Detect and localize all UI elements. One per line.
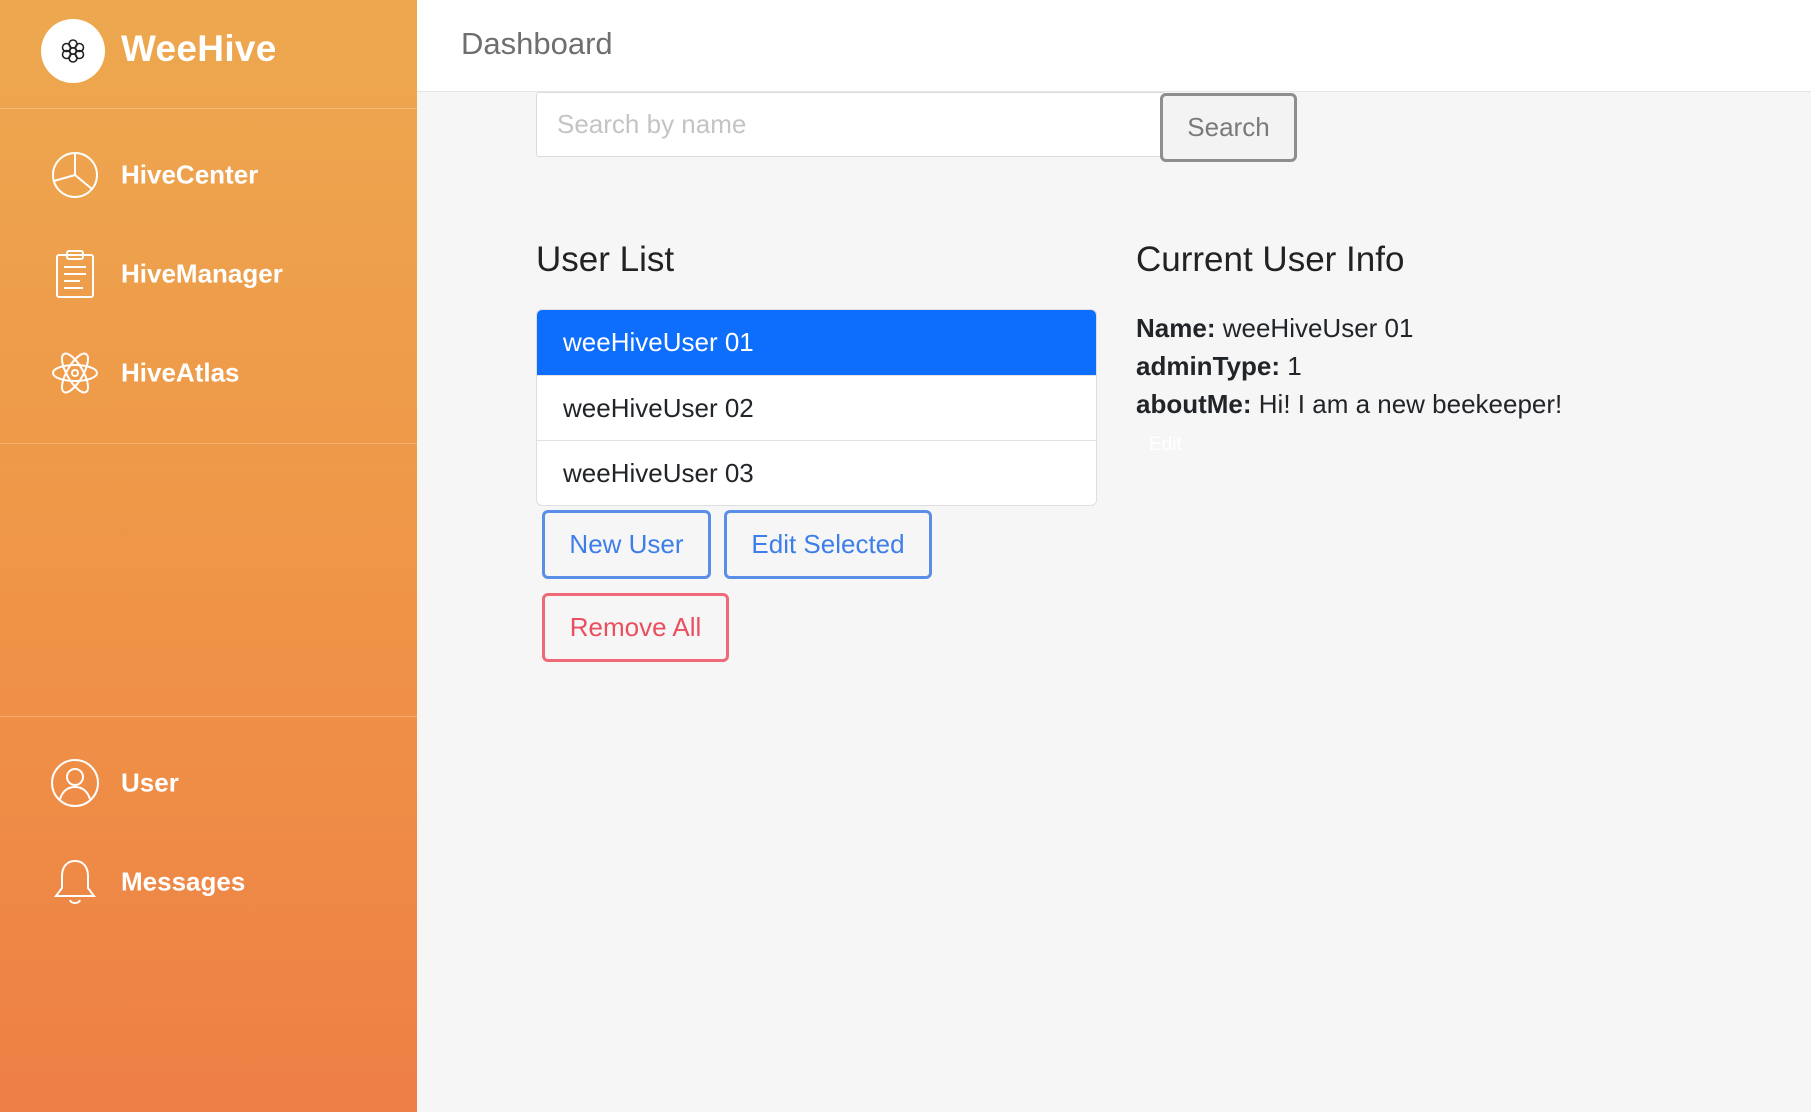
sidebar-item-messages[interactable]: Messages [0,842,417,922]
sidebar-item-label: HiveCenter [121,159,259,190]
list-item[interactable]: weeHiveUser 01 [537,310,1096,375]
list-item[interactable]: weeHiveUser 03 [537,440,1096,505]
top-bar: Dashboard [417,0,1811,92]
current-user-heading: Current User Info [1136,240,1405,279]
new-user-button[interactable]: New User [542,510,711,579]
flower-icon[interactable] [41,19,105,83]
list-item[interactable]: weeHiveUser 02 [537,375,1096,440]
page-title: Dashboard [461,26,613,61]
pie-chart-icon [52,152,98,198]
brand-name[interactable]: WeeHive [121,28,277,70]
sidebar-item-label: HiveAtlas [121,357,240,388]
sidebar-item-hiveatlas[interactable]: HiveAtlas [0,333,417,413]
sidebar-item-label: User [121,767,179,798]
sidebar-item-user[interactable]: User [0,743,417,823]
admin-type-row: adminType: 1 [1136,351,1302,382]
sidebar-item-hivecenter[interactable]: HiveCenter [0,135,417,215]
admin-type-value: 1 [1287,351,1302,381]
atom-icon [52,352,98,394]
edit-user-button[interactable]: Edit [1149,434,1182,456]
user-list: weeHiveUser 01 weeHiveUser 02 weeHiveUse… [536,309,1097,506]
search-input[interactable] [536,92,1164,157]
about-me-value: Hi! I am a new beekeeper! [1258,389,1563,419]
about-me-label: aboutMe: [1136,389,1252,419]
clipboard-icon [56,250,94,298]
search-button[interactable]: Search [1160,93,1297,162]
bell-icon [54,859,96,904]
sidebar-item-hivemanager[interactable]: HiveManager [0,234,417,314]
sidebar-divider [0,716,417,717]
about-me-row: aboutMe: Hi! I am a new beekeeper! [1136,389,1562,420]
sidebar-divider [0,443,417,444]
sidebar: WeeHive HiveCenter HiveManager HiveAtlas [0,0,417,1112]
user-list-heading: User List [536,240,675,279]
edit-selected-button[interactable]: Edit Selected [724,510,932,579]
admin-type-label: adminType: [1136,351,1280,381]
name-value: weeHiveUser 01 [1222,313,1414,343]
name-label: Name: [1136,313,1216,343]
user-circle-icon [51,759,99,807]
brand: WeeHive [0,0,417,109]
sidebar-item-label: HiveManager [121,258,283,289]
sidebar-item-label: Messages [121,866,246,897]
user-name-row: Name: weeHiveUser 01 [1136,313,1413,344]
remove-all-button[interactable]: Remove All [542,593,729,662]
